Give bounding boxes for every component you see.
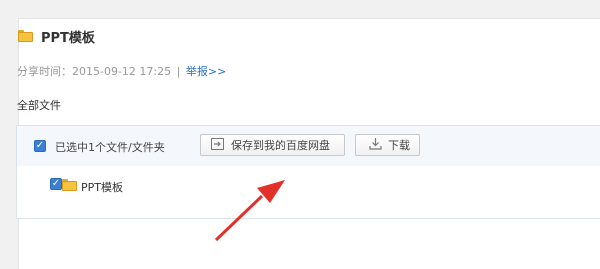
folder-icon <box>62 179 77 191</box>
page-title: PPT模板 <box>41 30 95 46</box>
selection-status: 已选中1个文件/文件夹 <box>55 141 165 154</box>
save-button-label: 保存到我的百度网盘 <box>231 139 330 152</box>
file-name[interactable]: PPT模板 <box>81 179 123 195</box>
save-icon <box>211 137 225 153</box>
folder-icon <box>18 30 33 42</box>
download-icon <box>369 137 382 153</box>
section-label-all-files: 全部文件 <box>17 99 61 112</box>
share-info: 分享时间：2015-09-12 17:25 | 举报>> <box>17 63 226 79</box>
download-button[interactable]: 下载 <box>355 134 420 156</box>
save-to-netdisk-button[interactable]: 保存到我的百度网盘 <box>200 134 345 156</box>
page-title-row: PPT模板 <box>18 27 95 46</box>
file-row[interactable]: ✓ PPT模板 <box>16 166 600 219</box>
select-all-checkbox[interactable]: ✓ <box>34 140 46 152</box>
share-time-label: 分享时间： <box>17 65 72 78</box>
share-time: 2015-09-12 17:25 <box>72 65 172 78</box>
separator: | <box>176 65 181 78</box>
report-link[interactable]: 举报>> <box>186 65 226 78</box>
download-button-label: 下载 <box>388 139 410 152</box>
selection-toolbar: ✓ 已选中1个文件/文件夹 保存到我的百度网盘 下载 <box>16 125 600 167</box>
file-checkbox[interactable]: ✓ <box>50 178 62 190</box>
